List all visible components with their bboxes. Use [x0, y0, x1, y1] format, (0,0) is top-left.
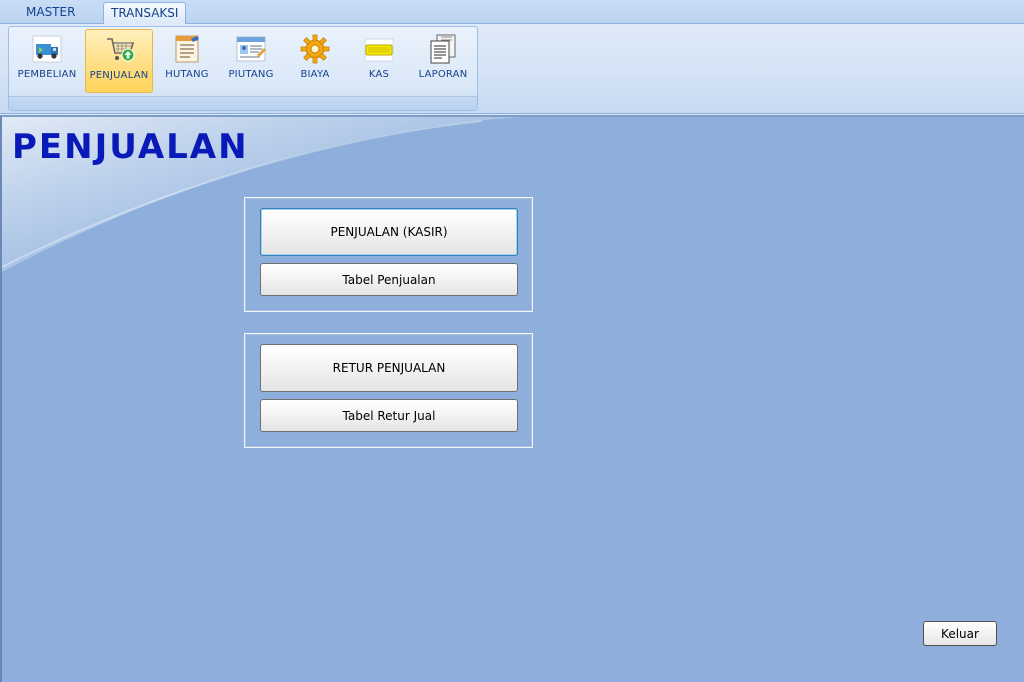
- ribbon: PEMBELIAN PENJUALAN HUTANG PIUTANG BIAYA…: [0, 24, 1024, 114]
- ribbon-button-label: PEMBELIAN: [17, 69, 77, 80]
- report-documents-icon: [430, 34, 456, 64]
- tabel-penjualan-button[interactable]: Tabel Penjualan: [260, 263, 518, 296]
- id-card-icon: [236, 36, 266, 62]
- ribbon-button-label: PIUTANG: [228, 69, 274, 80]
- main-content: PENJUALAN PENJUALAN (KASIR) Tabel Penjua…: [0, 115, 1024, 682]
- retur-penjualan-button[interactable]: RETUR PENJUALAN: [260, 344, 518, 392]
- ribbon-button-piutang[interactable]: PIUTANG: [217, 29, 285, 93]
- keluar-button[interactable]: Keluar: [923, 621, 997, 646]
- panel-retur-penjualan: RETUR PENJUALAN Tabel Retur Jual: [244, 333, 533, 448]
- tab-master[interactable]: MASTER: [19, 2, 82, 24]
- ribbon-tab-strip: MASTER TRANSAKSI: [0, 0, 1024, 25]
- panel-penjualan: PENJUALAN (KASIR) Tabel Penjualan: [244, 197, 533, 312]
- ribbon-button-biaya[interactable]: BIAYA: [281, 29, 349, 93]
- truck-icon: [32, 35, 62, 63]
- page-title: PENJUALAN: [12, 127, 249, 167]
- ribbon-button-label: BIAYA: [300, 69, 330, 80]
- ribbon-button-kas[interactable]: KAS: [345, 29, 413, 93]
- ledger-icon: [175, 35, 199, 63]
- penjualan-kasir-button[interactable]: PENJUALAN (KASIR): [260, 208, 518, 256]
- ribbon-button-hutang[interactable]: HUTANG: [153, 29, 221, 93]
- ribbon-button-label: LAPORAN: [418, 69, 468, 80]
- ribbon-button-pembelian[interactable]: PEMBELIAN: [13, 29, 81, 93]
- tab-transaksi[interactable]: TRANSAKSI: [103, 2, 187, 25]
- gear-icon: [300, 34, 330, 64]
- tabel-retur-jual-button[interactable]: Tabel Retur Jual: [260, 399, 518, 432]
- ribbon-group-footer: [9, 96, 477, 110]
- ribbon-button-label: KAS: [368, 69, 390, 80]
- ribbon-button-penjualan[interactable]: PENJUALAN: [85, 29, 153, 93]
- ribbon-group-transaksi: PEMBELIAN PENJUALAN HUTANG PIUTANG BIAYA…: [8, 26, 478, 111]
- ribbon-button-label: PENJUALAN: [89, 70, 149, 81]
- ribbon-button-laporan[interactable]: LAPORAN: [409, 29, 477, 93]
- cash-icon: [364, 38, 394, 62]
- shopping-cart-icon: [107, 38, 135, 62]
- ribbon-button-label: HUTANG: [165, 69, 209, 80]
